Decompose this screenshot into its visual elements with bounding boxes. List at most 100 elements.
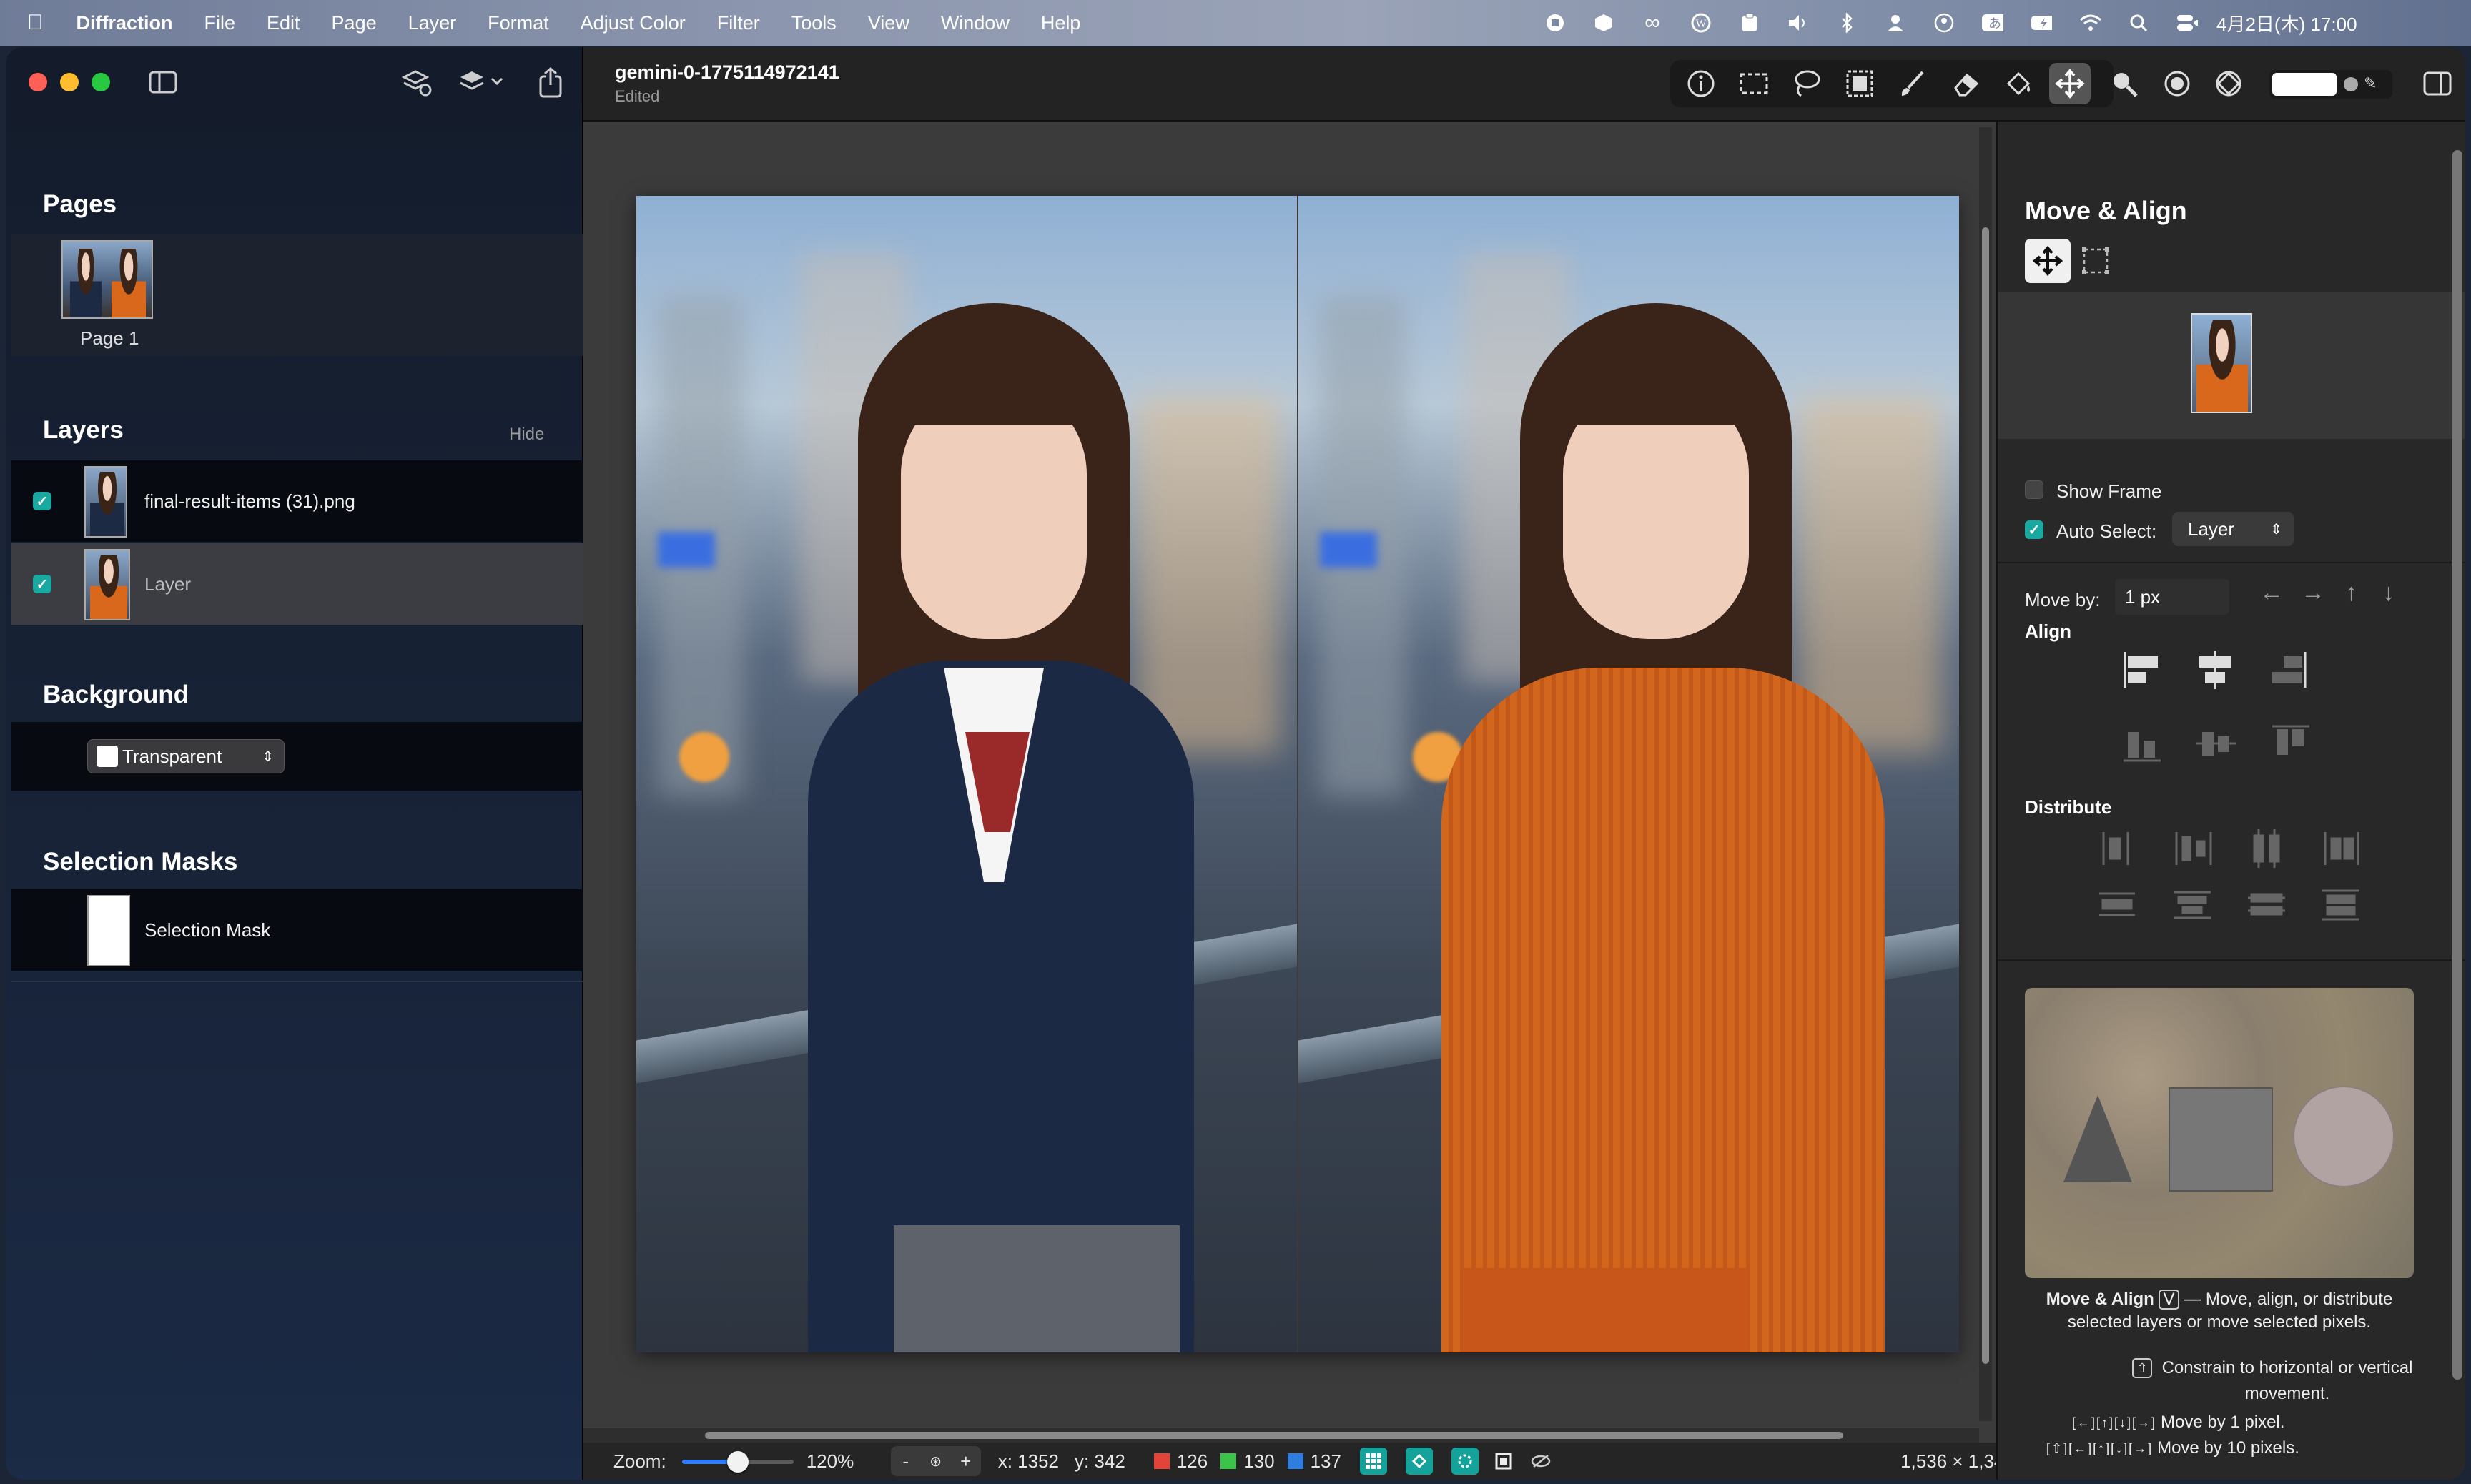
horizontal-scrollbar[interactable]	[583, 1428, 1979, 1443]
distribute-left-icon[interactable]	[2102, 832, 2129, 865]
selection-mask-row[interactable]: Selection Mask	[11, 889, 583, 971]
distribute-bottom-icon[interactable]	[2248, 893, 2285, 916]
menu-help[interactable]: Help	[1041, 12, 1081, 34]
user-icon[interactable]	[1885, 12, 1906, 34]
page-row[interactable]: Page 1	[11, 234, 583, 356]
menu-tools[interactable]: Tools	[791, 12, 837, 34]
canvas-area[interactable]	[583, 122, 1996, 1443]
menu-window[interactable]: Window	[941, 12, 1010, 34]
sidebar-toggle-icon[interactable]	[147, 69, 179, 96]
menu-adjust-color[interactable]: Adjust Color	[581, 12, 686, 34]
layers-menu-icon[interactable]	[458, 67, 508, 99]
menu-filter[interactable]: Filter	[717, 12, 760, 34]
paint-bucket-icon[interactable]	[2002, 67, 2035, 100]
distribute-top-icon[interactable]	[2099, 892, 2135, 916]
frame-toggle-icon[interactable]	[1493, 1450, 1514, 1472]
vertical-scrollbar[interactable]	[1979, 127, 1992, 1421]
eyedropper-icon[interactable]: ✎	[2364, 74, 2387, 94]
bluetooth-icon[interactable]	[1836, 12, 1858, 34]
arrow-down-icon[interactable]: ↓	[2382, 579, 2394, 607]
distribute-spacing-v-icon[interactable]	[2322, 889, 2359, 921]
record-icon[interactable]	[1544, 12, 1566, 34]
layer-row-selected[interactable]: ✓ Layer	[11, 543, 583, 625]
layer-visibility-checkbox[interactable]: ✓	[33, 492, 51, 510]
battery-icon[interactable]	[2031, 12, 2052, 34]
snap-toggle-icon[interactable]	[1405, 1448, 1433, 1475]
add-layer-icon[interactable]	[400, 67, 433, 99]
grid-toggle-icon[interactable]	[1359, 1448, 1387, 1475]
arrow-up-icon[interactable]: ↑	[2345, 579, 2357, 607]
minimize-window-button[interactable]	[60, 73, 79, 91]
align-center-icon[interactable]	[2199, 651, 2231, 689]
document-canvas[interactable]	[636, 196, 1959, 1352]
clipboard-icon[interactable]	[1739, 12, 1760, 34]
move-tool-icon[interactable]	[2049, 63, 2091, 104]
layer-row[interactable]: ✓ final-result-items (31).png	[11, 460, 583, 542]
foreground-color-swatch[interactable]	[2272, 73, 2337, 96]
color-toggle-icon[interactable]	[2344, 77, 2358, 91]
close-window-button[interactable]	[29, 73, 47, 91]
distribute-spacing-h-icon[interactable]	[2324, 832, 2359, 865]
apple-icon[interactable]: 	[27, 11, 44, 35]
align-right-icon[interactable]	[2272, 652, 2307, 688]
menu-page[interactable]: Page	[332, 12, 377, 34]
info-icon[interactable]	[1685, 67, 1717, 100]
align-bottom-icon[interactable]	[2124, 732, 2161, 762]
rectangle-select-icon[interactable]	[1737, 67, 1770, 100]
inspector-toggle-icon[interactable]	[2421, 67, 2454, 100]
select-object-icon[interactable]	[1843, 67, 1876, 100]
show-frame-checkbox[interactable]	[2025, 480, 2043, 499]
control-center-icon[interactable]	[2176, 12, 2198, 34]
auto-select-checkbox[interactable]: ✓	[2025, 520, 2043, 539]
wifi-icon[interactable]	[2079, 12, 2101, 34]
document-title[interactable]: gemini-0-1775114972141	[615, 61, 839, 84]
menu-edit[interactable]: Edit	[267, 12, 300, 34]
menu-app-name[interactable]: Diffraction	[77, 12, 173, 34]
distribute-hcenter-icon[interactable]	[2175, 832, 2212, 865]
menu-clock[interactable]: 4月2日(木) 17:00	[2216, 10, 2357, 36]
distribute-right-icon[interactable]	[2253, 829, 2280, 868]
lasso-icon[interactable]	[1790, 67, 1823, 100]
magnifier-icon[interactable]	[2108, 67, 2141, 100]
background-select[interactable]: Transparent ⇕	[87, 739, 285, 773]
panel-scrollbar[interactable]	[2452, 150, 2462, 1380]
menu-file[interactable]: File	[204, 12, 236, 34]
zoom-slider[interactable]	[681, 1450, 794, 1473]
menu-view[interactable]: View	[868, 12, 909, 34]
layer-name[interactable]: Layer	[144, 573, 191, 595]
horizontal-scroll-thumb[interactable]	[705, 1432, 1843, 1439]
vertical-scroll-thumb[interactable]	[1982, 227, 1989, 1364]
share-icon[interactable]	[536, 66, 565, 99]
infinity-icon[interactable]: ∞	[1642, 11, 1663, 34]
align-left-icon[interactable]	[2124, 652, 2158, 688]
account-circle-icon[interactable]	[1933, 12, 1955, 34]
spotlight-search-icon[interactable]	[2128, 12, 2149, 34]
hide-layers-button[interactable]: Hide	[509, 425, 544, 445]
arrow-left-icon[interactable]: ←	[2259, 579, 2284, 607]
move-by-input[interactable]: 1 px	[2115, 579, 2229, 615]
transform-mode-icon[interactable]	[2078, 243, 2114, 279]
eraser-icon[interactable]	[1949, 67, 1982, 100]
move-mode-icon[interactable]	[2025, 239, 2071, 283]
zoom-fit-icon[interactable]: ⊛	[921, 1453, 951, 1470]
visibility-off-icon[interactable]	[1530, 1450, 1552, 1472]
align-top-icon[interactable]	[2272, 725, 2309, 755]
transform-tool-icon[interactable]	[2212, 67, 2245, 100]
brush-icon[interactable]	[1896, 67, 1929, 100]
zoom-slider-knob[interactable]	[726, 1451, 749, 1473]
volume-icon[interactable]	[1787, 12, 1809, 34]
input-method-icon[interactable]: あ	[1982, 12, 2003, 34]
menu-format[interactable]: Format	[488, 12, 549, 34]
align-middle-icon[interactable]	[2196, 732, 2236, 756]
auto-select-dropdown[interactable]: Layer ⇕	[2172, 512, 2294, 546]
wordpress-icon[interactable]: W	[1690, 12, 1712, 34]
distribute-vcenter-icon[interactable]	[2174, 891, 2211, 919]
menu-layer[interactable]: Layer	[408, 12, 457, 34]
mask-tool-icon[interactable]	[2161, 67, 2194, 100]
zoom-window-button[interactable]	[92, 73, 110, 91]
page-thumbnail[interactable]	[61, 240, 153, 319]
layer-visibility-checkbox[interactable]: ✓	[33, 575, 51, 593]
zoom-out-button[interactable]: -	[891, 1450, 921, 1473]
arrow-right-icon[interactable]: →	[2301, 579, 2325, 607]
zoom-in-button[interactable]: +	[951, 1450, 981, 1473]
